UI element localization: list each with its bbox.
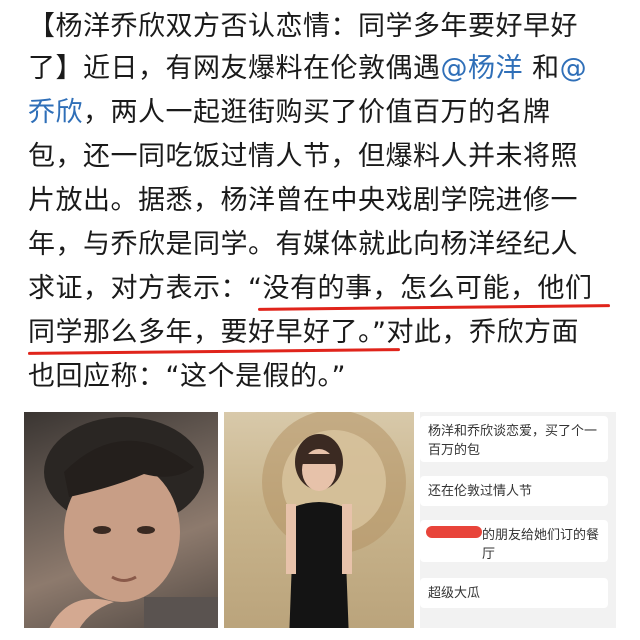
post-line-6: 年，与乔欣是同学。有媒体就此向杨洋经纪人 [28, 229, 578, 260]
woman-portrait-icon [262, 412, 406, 640]
chat-message-4: 超级大瓜 [420, 578, 608, 608]
post-line-9: 也回应称：“这个是假的。” [28, 361, 346, 392]
redaction-mark [426, 526, 482, 538]
mention-at-link[interactable]: @ [560, 53, 588, 84]
bottom-cropped-row [0, 628, 640, 640]
post-line-3-text: ，两人一起逛街购买了价值百万的名牌 [83, 97, 551, 128]
post-line-1: 【杨洋乔欣双方否认恋情：同学多年要好早好 [28, 11, 578, 42]
chat-screenshot: 杨洋和乔欣谈恋爱，买了个一百万的包 还在伦敦过情人节 的朋友给她们订的餐厅 超级… [420, 412, 616, 640]
post-line-3: 乔欣，两人一起逛街购买了价值百万的名牌 [28, 90, 551, 136]
post-line-2: 了】近日，有网友爆料在伦敦偶遇@杨洋 和@ [28, 46, 587, 92]
man-portrait-icon [44, 417, 218, 640]
and-text: 和 [523, 53, 560, 84]
mention-yangyang-link[interactable]: @杨洋 [441, 53, 524, 84]
mention-qiaoxin-link[interactable]: 乔欣 [28, 97, 83, 128]
chat-message-1: 杨洋和乔欣谈恋爱，买了个一百万的包 [420, 416, 608, 462]
photo-qiaoxin[interactable] [224, 412, 414, 640]
photo-grid: 杨洋和乔欣谈恋爱，买了个一百万的包 还在伦敦过情人节 的朋友给她们订的餐厅 超级… [24, 412, 616, 640]
post-line-5: 片放出。据悉，杨洋曾在中央戏剧学院进修一 [28, 185, 578, 216]
photo-yangyang[interactable] [24, 412, 218, 640]
chat-message-2: 还在伦敦过情人节 [420, 476, 608, 506]
chat-message-3-text: 的朋友给她们订的餐厅 [482, 528, 600, 562]
chat-message-3: 的朋友给她们订的餐厅 [420, 520, 608, 562]
post-line-2-text: 了】近日，有网友爆料在伦敦偶遇 [28, 53, 441, 84]
post-line-4: 包，还一同吃饭过情人节，但爆料人并未将照 [28, 141, 578, 172]
